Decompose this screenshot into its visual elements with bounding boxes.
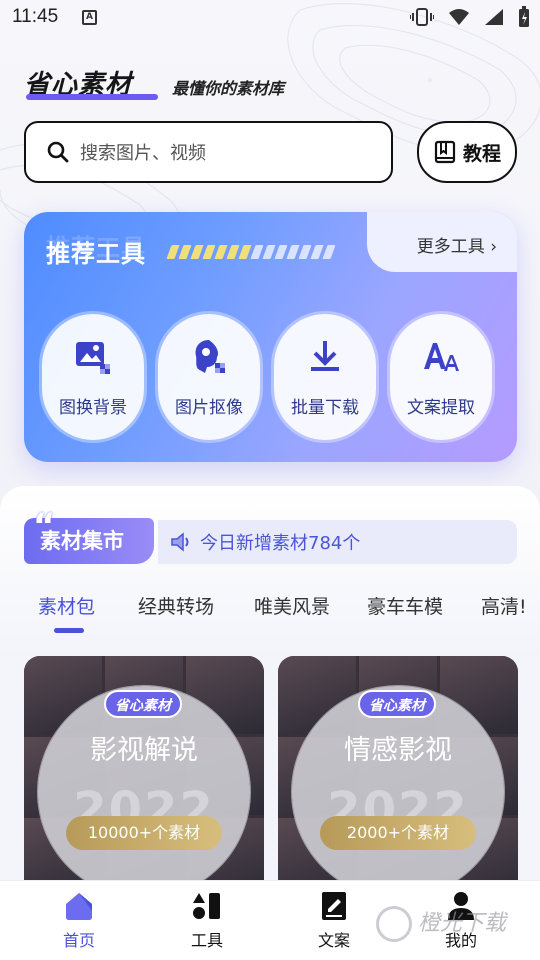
new-materials-notice[interactable]: 今日新增素材784个 — [158, 520, 517, 564]
collection-count: 10000+个素材 — [66, 816, 222, 850]
tab-scenery[interactable]: 唯美风景 — [254, 592, 330, 619]
decorative-stripes — [166, 245, 336, 259]
battery-icon — [519, 6, 529, 27]
active-tab-indicator — [54, 628, 84, 633]
category-tabs: 素材包 经典转场 唯美风景 豪车车模 高清! — [0, 592, 540, 632]
collection-title: 情感影视 — [344, 735, 452, 766]
tool-batch-download[interactable]: 批量下载 — [274, 314, 376, 440]
tutorial-button[interactable]: 教程 — [417, 121, 517, 183]
text-extract-icon — [424, 342, 459, 371]
nav-label: 文案 — [317, 931, 350, 950]
search-placeholder: 搜索图片、视频 — [80, 143, 206, 164]
watermark-logo-icon — [376, 906, 412, 942]
signal-icon — [485, 9, 503, 25]
collection-count: 2000+个素材 — [320, 816, 476, 850]
brand-badge: 省心素材 — [358, 690, 436, 718]
quote-mark-icon: “ — [33, 506, 56, 546]
tab-hd[interactable]: 高清! — [481, 592, 527, 619]
watermark: 橙光下载 — [418, 911, 507, 936]
tool-label: 批量下载 — [291, 397, 359, 418]
collection-card-emotional-film[interactable]: 省心素材 情感影视 2022 2000+个素材 — [278, 656, 518, 896]
nav-label: 工具 — [190, 931, 223, 950]
status-bar: 11:45 A — [0, 0, 540, 36]
logo-underline — [26, 94, 158, 100]
collection-title: 影视解说 — [90, 735, 198, 766]
notebook-icon — [322, 892, 346, 920]
portrait-cutout-icon — [195, 339, 225, 373]
tool-label: 图换背景 — [59, 397, 127, 418]
collection-card-film-commentary[interactable]: 省心素材 影视解说 2022 10000+个素材 — [24, 656, 264, 896]
nav-home[interactable]: 首页 — [34, 891, 124, 951]
download-icon — [311, 340, 339, 371]
notification-a-icon: A — [82, 10, 97, 25]
nav-tools[interactable]: 工具 — [162, 891, 252, 951]
tutorial-label: 教程 — [462, 142, 501, 165]
tools-icon — [193, 893, 220, 919]
status-time: 11:45 — [12, 6, 59, 27]
app-slogan: 最懂你的素材库 — [172, 79, 285, 98]
tool-image-cutout[interactable]: 图片抠像 — [158, 314, 260, 440]
brand-badge: 省心素材 — [104, 690, 182, 718]
nav-label: 首页 — [62, 931, 95, 950]
tab-material-pack[interactable]: 素材包 — [38, 592, 95, 619]
wifi-icon — [449, 9, 469, 25]
notice-text: 今日新增素材784个 — [200, 533, 361, 554]
recommended-tools-card: 推荐工具 更多工具 › 图换背景 图片抠像 批量下载 文案提取 — [24, 212, 517, 462]
vibrate-icon — [410, 8, 434, 26]
home-icon — [66, 893, 92, 920]
tab-cars[interactable]: 豪车车模 — [367, 592, 443, 619]
tab-classic-transitions[interactable]: 经典转场 — [138, 592, 214, 619]
nav-copywriting[interactable]: 文案 — [289, 891, 379, 951]
tools-title: 推荐工具 — [46, 240, 146, 268]
book-icon — [434, 140, 456, 164]
tool-text-extract[interactable]: 文案提取 — [390, 314, 492, 440]
status-icons — [410, 6, 530, 28]
tool-label: 文案提取 — [407, 397, 475, 418]
speaker-icon — [171, 532, 189, 552]
search-icon — [47, 141, 69, 163]
tool-image-replace-background[interactable]: 图换背景 — [42, 314, 144, 440]
tool-label: 图片抠像 — [175, 397, 243, 418]
image-replace-icon — [76, 341, 110, 374]
more-tools-link[interactable]: 更多工具 › — [417, 232, 497, 257]
search-bar[interactable]: 搜索图片、视频 — [24, 121, 393, 183]
